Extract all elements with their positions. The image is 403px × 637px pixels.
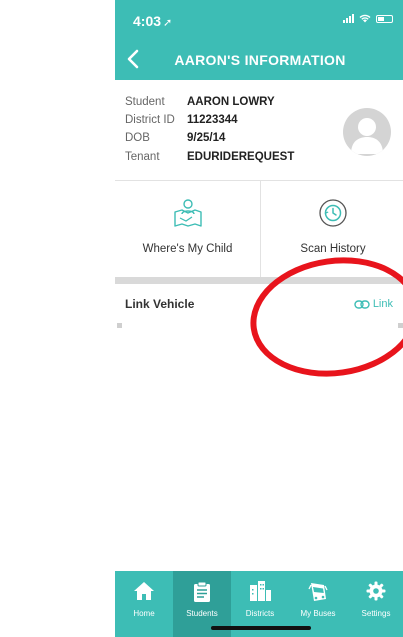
status-time-text: 4:03 (133, 13, 162, 29)
tile-icon-wrap (261, 198, 403, 228)
page-title: AARON'S INFORMATION (174, 52, 346, 68)
tile-label: Where's My Child (142, 243, 233, 255)
battery-icon (376, 14, 393, 23)
info-label: District ID (125, 114, 175, 126)
tab-label: My Buses (300, 609, 336, 618)
wifi-icon (359, 14, 371, 23)
bus-icon (308, 583, 328, 601)
home-icon (134, 582, 154, 600)
info-value: EDURIDEREQUEST (187, 151, 295, 163)
info-row-student: Student AARON LOWRY (125, 96, 275, 108)
gear-icon (366, 581, 386, 601)
info-value: AARON LOWRY (187, 96, 275, 108)
info-row-dob: DOB 9/25/14 (125, 132, 225, 144)
info-row-district-id: District ID 11223344 (125, 114, 238, 126)
tab-icon-wrap (231, 581, 289, 601)
tab-icon-wrap (115, 581, 173, 601)
tab-label: Home (133, 609, 155, 618)
tab-home[interactable]: Home (115, 571, 173, 637)
history-clock-icon (319, 199, 347, 227)
info-label: Student (125, 96, 165, 108)
status-icons (343, 14, 393, 23)
info-label: Tenant (125, 151, 160, 163)
info-label: DOB (125, 132, 150, 144)
tile-icon-wrap (115, 198, 260, 228)
tab-icon-wrap (347, 581, 403, 601)
phone-screen: 4:03 ➚ AARON'S INFORMATION Student AARON L… (115, 0, 403, 637)
info-row-tenant: Tenant EDURIDEREQUEST (125, 151, 294, 163)
tile-label: Scan History (300, 243, 366, 255)
home-indicator (211, 626, 311, 630)
status-time: 4:03 ➚ (133, 13, 172, 29)
buildings-icon (250, 581, 271, 601)
tab-settings[interactable]: Settings (347, 571, 403, 637)
avatar (343, 108, 391, 156)
clipboard-icon (194, 581, 210, 602)
student-info-panel: Student AARON LOWRY District ID 11223344 D… (115, 80, 403, 180)
location-arrow-icon: ➚ (163, 17, 173, 29)
map-person-icon (173, 199, 202, 227)
cellular-signal-icon (343, 14, 354, 23)
tab-icon-wrap (173, 581, 231, 603)
wheres-my-child-tile[interactable]: Where's My Child (115, 181, 260, 277)
tab-label: Students (186, 609, 218, 618)
tab-label: Settings (361, 609, 391, 618)
tab-label: Districts (245, 609, 275, 618)
link-vehicle-title: Link Vehicle (125, 297, 195, 311)
scroll-edge-marker (117, 323, 122, 328)
nav-bar: AARON'S INFORMATION (115, 40, 403, 80)
tab-icon-wrap (289, 581, 347, 603)
person-silhouette-icon (351, 118, 383, 154)
info-value: 9/25/14 (187, 132, 226, 144)
info-value: 11223344 (187, 114, 238, 126)
status-bar: 4:03 ➚ (115, 0, 403, 40)
